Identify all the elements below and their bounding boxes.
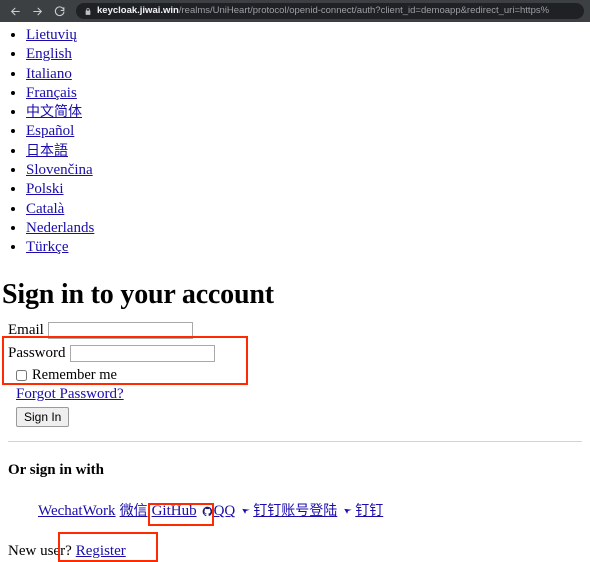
social-provider-row: WechatWork 微信 GitHub QQ 钉钉账号登陆 钉钉	[38, 501, 590, 523]
address-bar[interactable]: keycloak.jiwai.win/realms/UniHeart/proto…	[76, 3, 584, 19]
language-link-english[interactable]: English	[26, 46, 72, 62]
language-link-japanese[interactable]: 日本語	[26, 143, 68, 159]
reload-icon	[53, 5, 66, 18]
list-item: Türkçe	[26, 238, 590, 257]
language-link-turkce[interactable]: Türkçe	[26, 239, 68, 255]
password-field[interactable]	[69, 345, 215, 363]
forward-arrow-icon	[31, 5, 44, 18]
browser-chrome: keycloak.jiwai.win/realms/UniHeart/proto…	[0, 0, 590, 22]
social-link-wechatwork[interactable]: WechatWork	[38, 503, 116, 519]
list-item: 日本語	[26, 142, 590, 161]
social-link-qq[interactable]: QQ	[214, 503, 236, 519]
social-section-heading: Or sign in with	[8, 462, 104, 479]
social-link-dingtalk[interactable]: 钉钉	[355, 503, 383, 519]
social-link-wechat[interactable]: 微信	[120, 503, 148, 519]
lock-icon	[84, 7, 92, 16]
sign-in-button[interactable]: Sign In	[16, 407, 70, 428]
language-link-italiano[interactable]: Italiano	[26, 66, 72, 82]
language-link-francais[interactable]: Français	[26, 85, 77, 101]
section-divider	[8, 441, 582, 443]
list-item: Español	[26, 122, 590, 141]
email-field[interactable]	[47, 322, 193, 340]
register-link[interactable]: Register	[76, 543, 126, 559]
list-item: Français	[26, 84, 590, 103]
url-text: keycloak.jiwai.win/realms/UniHeart/proto…	[97, 3, 549, 19]
arrow-icon	[241, 502, 251, 522]
list-item: Polski	[26, 180, 590, 199]
back-arrow-icon	[9, 5, 22, 18]
list-item: Italiano	[26, 65, 590, 84]
github-icon	[202, 503, 213, 523]
list-item: Nederlands	[26, 219, 590, 238]
remember-me-row: Remember me	[16, 367, 590, 384]
language-link-slovencina[interactable]: Slovenčina	[26, 162, 93, 178]
password-label: Password	[8, 345, 66, 362]
language-list: Lietuvių English Italiano Français 中文简体 …	[0, 26, 590, 258]
language-link-catala[interactable]: Català	[26, 201, 64, 217]
social-link-dingtalk-account[interactable]: 钉钉账号登陆	[253, 503, 337, 519]
language-link-chinese-simplified[interactable]: 中文简体	[26, 104, 82, 120]
email-label: Email	[8, 322, 44, 339]
url-host: keycloak.jiwai.win	[97, 5, 179, 16]
list-item: Lietuvių	[26, 26, 590, 45]
remember-me-checkbox[interactable]	[16, 370, 27, 382]
list-item: Català	[26, 200, 590, 219]
language-link-polski[interactable]: Polski	[26, 181, 64, 197]
list-item: English	[26, 45, 590, 64]
email-field-row: Email	[8, 320, 590, 341]
forgot-password-link[interactable]: Forgot Password?	[16, 386, 124, 403]
list-item: Slovenčina	[26, 161, 590, 180]
login-form: Email Password Remember me Forgot Passwo…	[8, 320, 590, 428]
new-user-text: New user?	[8, 543, 72, 560]
reload-button[interactable]	[48, 2, 70, 20]
remember-me-label: Remember me	[32, 367, 117, 384]
list-item: 中文简体	[26, 103, 590, 122]
url-path: /realms/UniHeart/protocol/openid-connect…	[178, 5, 550, 16]
new-user-row: New user? Register	[8, 543, 590, 560]
back-button[interactable]	[4, 2, 26, 20]
page-title: Sign in to your account	[2, 278, 274, 310]
forward-button[interactable]	[26, 2, 48, 20]
page-content: Lietuvių English Italiano Français 中文简体 …	[0, 26, 590, 562]
social-link-github[interactable]: GitHub	[152, 503, 197, 519]
language-link-nederlands[interactable]: Nederlands	[26, 220, 94, 236]
arrow-icon	[343, 502, 353, 522]
language-link-lietuviu[interactable]: Lietuvių	[26, 27, 77, 43]
language-link-espanol[interactable]: Español	[26, 123, 74, 139]
password-field-row: Password	[8, 343, 590, 364]
